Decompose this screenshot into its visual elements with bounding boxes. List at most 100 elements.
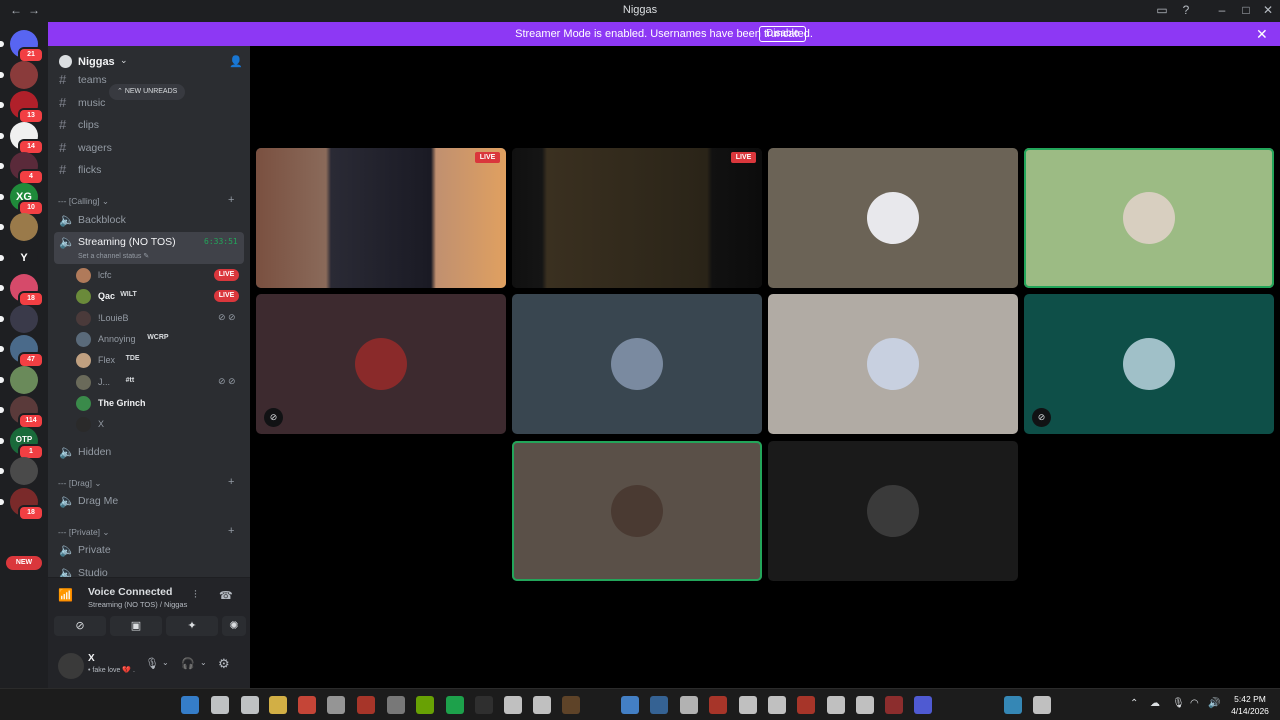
participant-tile[interactable] — [1024, 148, 1274, 288]
server-icon[interactable] — [0, 213, 38, 241]
disable-streamer-mode-button[interactable]: Disable — [759, 26, 807, 42]
server-icon[interactable]: 13 — [0, 91, 44, 124]
text-channel-clips[interactable]: # clips — [54, 115, 244, 135]
window-close-icon[interactable]: ✕ — [1258, 3, 1278, 17]
spotify-icon[interactable] — [446, 696, 464, 714]
username[interactable]: X — [88, 653, 95, 664]
app-icon[interactable] — [709, 696, 727, 714]
server-icon[interactable]: 21 — [0, 30, 44, 63]
voice-location[interactable]: Streaming (NO TOS) / Niggas — [88, 600, 187, 609]
text-channel-wagers[interactable]: # wagers — [54, 138, 244, 158]
avatar[interactable] — [58, 653, 84, 679]
activities-button[interactable]: ✦ — [166, 616, 218, 636]
voice-member[interactable]: J... #tt ⊘ ⊘ — [76, 372, 244, 392]
soundboard-button[interactable]: ✺ — [222, 616, 246, 636]
chevron-down-icon[interactable]: ⌄ — [162, 658, 169, 667]
channel-status-hint[interactable]: Set a channel status ✎ — [78, 252, 149, 260]
minimize-icon[interactable]: – — [1212, 3, 1232, 17]
server-icon[interactable]: 14 — [0, 121, 44, 155]
close-icon[interactable]: ✕ — [1256, 26, 1268, 43]
participant-tile[interactable] — [768, 294, 1018, 434]
nvidia-icon[interactable] — [416, 696, 434, 714]
file-explorer-icon[interactable] — [269, 696, 287, 714]
chrome-icon[interactable] — [298, 696, 316, 714]
maximize-icon[interactable]: □ — [1236, 3, 1256, 17]
server-icon[interactable]: 18 — [0, 487, 44, 521]
help-icon[interactable]: ? — [1176, 3, 1196, 17]
document-icon[interactable] — [827, 696, 845, 714]
category-drag[interactable]: --- [Drag] ⌄ — [58, 478, 101, 489]
app-icon[interactable] — [1033, 696, 1051, 714]
custom-status[interactable]: • fake love 💔 . — [88, 666, 135, 674]
invite-people-icon[interactable]: 👤 — [229, 55, 243, 68]
gear-icon[interactable]: ⚙ — [218, 656, 230, 672]
discord-icon[interactable] — [914, 696, 932, 714]
voice-channel-private[interactable]: 🔈 Private — [54, 540, 244, 560]
camera-off-button[interactable]: ⊘ — [54, 616, 106, 636]
app-icon[interactable] — [680, 696, 698, 714]
participant-tile[interactable] — [512, 294, 762, 434]
server-icon[interactable]: Y — [0, 243, 38, 272]
chevron-down-icon[interactable]: ⌄ — [200, 658, 207, 667]
voice-status[interactable]: Voice Connected — [88, 586, 172, 598]
server-icon[interactable]: XG 10 — [0, 182, 44, 216]
stream-tile[interactable]: LIVE — [512, 148, 762, 288]
chrome-icon[interactable] — [621, 696, 639, 714]
participant-tile[interactable] — [768, 441, 1018, 581]
server-icon[interactable]: 114 — [0, 396, 44, 429]
server-icon[interactable] — [0, 365, 38, 394]
new-mentions-pill[interactable]: NEW — [6, 556, 42, 570]
inbox-icon[interactable]: ▭ — [1152, 3, 1172, 17]
noise-suppression-icon[interactable]: ⫶ — [194, 589, 197, 602]
app-icon[interactable] — [533, 696, 551, 714]
add-channel-icon[interactable]: + — [228, 476, 234, 488]
app-icon[interactable] — [797, 696, 815, 714]
category-private[interactable]: --- [Private] ⌄ — [58, 527, 110, 538]
voice-member[interactable]: X — [76, 414, 244, 434]
add-channel-icon[interactable]: + — [228, 525, 234, 537]
search-icon[interactable] — [211, 696, 229, 714]
participant-tile[interactable] — [512, 441, 762, 581]
windows-start-icon[interactable] — [181, 696, 199, 714]
volume-icon[interactable]: 🔊 — [1208, 698, 1220, 709]
participant-tile[interactable]: ⊘ — [256, 294, 506, 434]
app-icon[interactable] — [357, 696, 375, 714]
participant-tile[interactable] — [768, 148, 1018, 288]
screen-share-button[interactable]: ▣ — [110, 616, 162, 636]
text-channel-teams[interactable]: # teams — [54, 70, 244, 90]
voice-member[interactable]: Annoying WCRP — [76, 329, 244, 349]
signal-strength-icon[interactable]: 📶 — [58, 588, 73, 602]
voice-channel-drag-me[interactable]: 🔈 Drag Me — [54, 491, 244, 511]
add-channel-icon[interactable]: + — [228, 194, 234, 206]
server-icon[interactable] — [0, 60, 38, 89]
settings-icon[interactable] — [387, 696, 405, 714]
stream-tile[interactable]: LIVE — [256, 148, 506, 288]
document-icon[interactable] — [504, 696, 522, 714]
server-icon[interactable]: 4 — [0, 152, 44, 185]
participant-tile[interactable]: ⊘ — [1024, 294, 1274, 434]
app-icon[interactable] — [650, 696, 668, 714]
task-view-icon[interactable] — [241, 696, 259, 714]
category-calling[interactable]: --- [Calling] ⌄ — [58, 196, 109, 207]
cloud-icon[interactable]: ☁ — [1150, 698, 1160, 709]
server-icon[interactable] — [0, 457, 38, 485]
text-channel-flicks[interactable]: # flicks — [54, 160, 244, 180]
document-icon[interactable] — [856, 696, 874, 714]
minecraft-icon[interactable] — [562, 696, 580, 714]
app-icon[interactable] — [327, 696, 345, 714]
app-icon[interactable] — [1004, 696, 1022, 714]
system-clock[interactable]: 5:42 PM 4/14/2026 — [1228, 693, 1272, 717]
wifi-icon[interactable]: ◠ — [1190, 698, 1199, 709]
server-icon[interactable]: 47 — [0, 335, 44, 368]
voice-channel-hidden[interactable]: 🔈 Hidden — [54, 442, 244, 462]
server-icon[interactable]: OTP 1 — [0, 426, 44, 460]
server-icon[interactable]: 18 — [0, 274, 44, 307]
voice-member[interactable]: The Grinch — [76, 393, 244, 413]
chevron-up-icon[interactable]: ⌃ — [1130, 698, 1138, 709]
microphone-icon[interactable]: 🎙 — [1172, 698, 1185, 709]
document-icon[interactable] — [768, 696, 786, 714]
microphone-icon[interactable]: 🎙 — [145, 657, 159, 670]
voice-member[interactable]: Flex TDE — [76, 350, 244, 370]
epic-games-icon[interactable] — [475, 696, 493, 714]
disconnect-icon[interactable]: ☎ — [219, 589, 233, 602]
